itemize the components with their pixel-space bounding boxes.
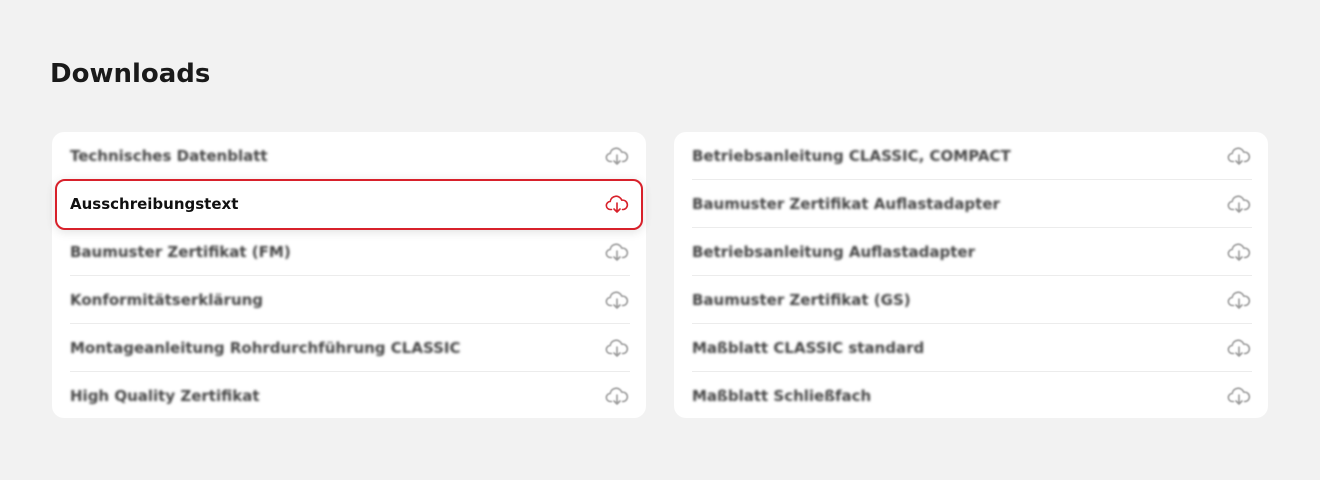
download-item-label: Baumuster Zertifikat (FM) [70, 242, 291, 261]
cloud-download-icon[interactable] [1226, 241, 1252, 263]
download-item-baumuster-zertifikat-gs[interactable]: Baumuster Zertifikat (GS) [692, 276, 1252, 324]
download-item-konformitaetserklaerung[interactable]: Konformitätserklärung [70, 276, 630, 324]
download-item-label: Ausschreibungstext [70, 195, 239, 213]
cloud-download-icon[interactable] [1226, 337, 1252, 359]
download-item-baumuster-zertifikat-auflastadapter[interactable]: Baumuster Zertifikat Auflastadapter [692, 180, 1252, 228]
download-item-ausschreibungstext[interactable]: Ausschreibungstext [55, 179, 643, 230]
download-item-massblatt-schliessfach[interactable]: Maßblatt Schließfach [692, 372, 1252, 420]
cloud-download-icon[interactable] [1226, 193, 1252, 215]
cloud-download-icon[interactable] [604, 289, 630, 311]
download-item-label: Technisches Datenblatt [70, 146, 268, 165]
cloud-download-icon[interactable] [604, 145, 630, 167]
cloud-download-icon[interactable] [604, 337, 630, 359]
download-item-label: Maßblatt Schließfach [692, 387, 872, 405]
cloud-download-icon[interactable] [1226, 289, 1252, 311]
download-item-label: Baumuster Zertifikat Auflastadapter [692, 194, 1000, 213]
download-item-betriebsanleitung-auflastadapter[interactable]: Betriebsanleitung Auflastadapter [692, 228, 1252, 276]
download-item-label: Konformitätserklärung [70, 290, 264, 309]
cloud-download-icon[interactable] [604, 241, 630, 263]
download-item-label: Betriebsanleitung Auflastadapter [692, 242, 975, 261]
download-item-massblatt-classic-standard[interactable]: Maßblatt CLASSIC standard [692, 324, 1252, 372]
downloads-card-left: Technisches Datenblatt Ausschreibungstex… [52, 132, 646, 418]
cloud-download-icon[interactable] [604, 385, 630, 407]
download-item-montageanleitung[interactable]: Montageanleitung Rohrdurchführung CLASSI… [70, 324, 630, 372]
cloud-download-icon[interactable] [604, 193, 630, 215]
download-item-high-quality-zertifikat[interactable]: High Quality Zertifikat [70, 372, 630, 420]
download-item-baumuster-zertifikat-fm[interactable]: Baumuster Zertifikat (FM) [70, 228, 630, 276]
download-item-technisches-datenblatt[interactable]: Technisches Datenblatt [70, 132, 630, 180]
download-item-betriebsanleitung-classic-compact[interactable]: Betriebsanleitung CLASSIC, COMPACT [692, 132, 1252, 180]
cloud-download-icon[interactable] [1226, 385, 1252, 407]
download-item-label: Montageanleitung Rohrdurchführung CLASSI… [70, 338, 461, 357]
download-item-label: High Quality Zertifikat [70, 387, 260, 405]
download-item-label: Baumuster Zertifikat (GS) [692, 290, 911, 309]
download-item-label: Betriebsanleitung CLASSIC, COMPACT [692, 146, 1011, 165]
cloud-download-icon[interactable] [1226, 145, 1252, 167]
download-item-label: Maßblatt CLASSIC standard [692, 338, 925, 357]
downloads-card-right: Betriebsanleitung CLASSIC, COMPACT Baumu… [674, 132, 1268, 418]
page-title: Downloads [50, 59, 211, 89]
